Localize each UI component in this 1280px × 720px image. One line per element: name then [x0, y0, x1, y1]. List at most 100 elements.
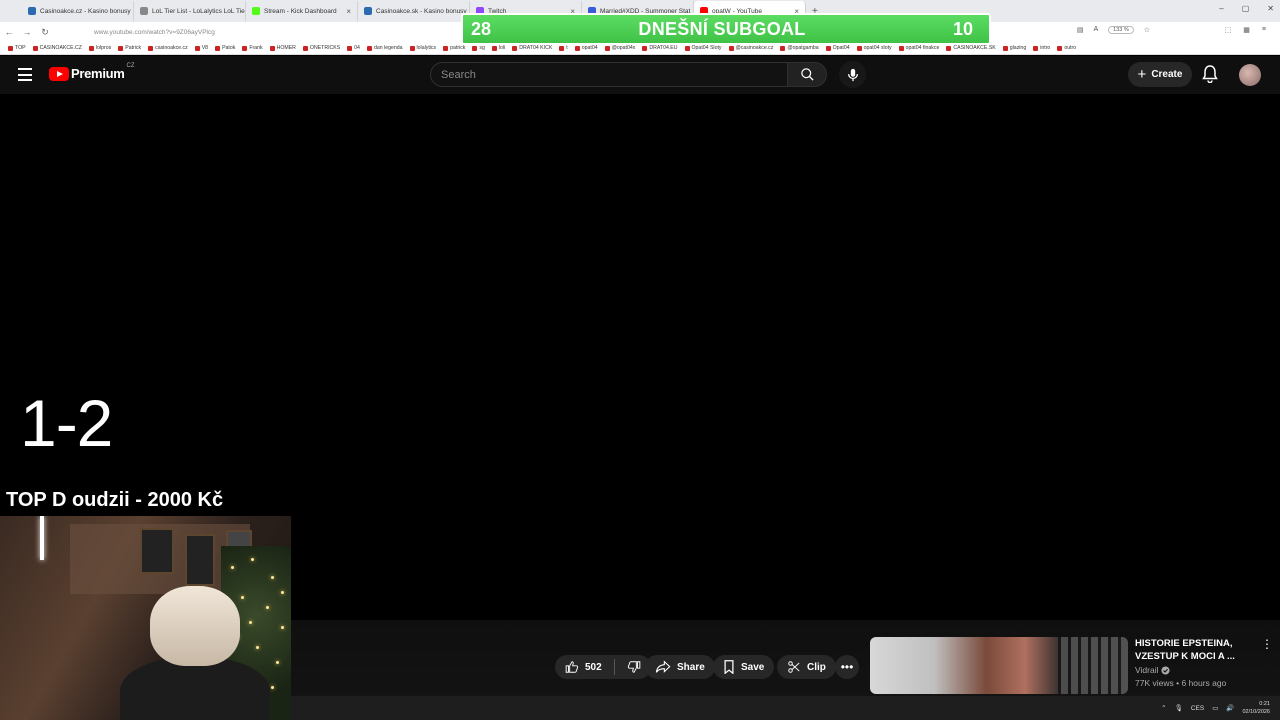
menu-icon[interactable]: ≡	[1262, 26, 1266, 34]
mic-tray-icon[interactable]: 🎙	[1175, 704, 1183, 712]
bookmark-item[interactable]: outro	[1057, 45, 1076, 51]
bookmark-item[interactable]: ONETRICKS	[302, 45, 341, 51]
extension-icon[interactable]: ⬚	[1225, 26, 1232, 34]
search-button[interactable]	[787, 62, 827, 87]
bookmark-item[interactable]: lolpros	[88, 45, 111, 51]
bookmark-item[interactable]: DRAT04.EU	[642, 45, 678, 51]
extension-icon[interactable]: ▦	[1243, 26, 1250, 34]
bookmark-item[interactable]: Patok	[215, 45, 235, 51]
bookmark-favicon	[347, 45, 353, 51]
browser-tab[interactable]: LoL Tier List - LoLalytics LoL Tie×	[134, 1, 246, 21]
language-indicator[interactable]: CES	[1191, 705, 1204, 712]
recommended-video-channel[interactable]: Vidrail	[1135, 665, 1171, 675]
bookmark-label: Patrick	[125, 45, 142, 51]
tab-favicon	[28, 7, 36, 15]
browser-tab[interactable]: Stream - Kick Dashboard ×	[246, 1, 358, 21]
voice-search-button[interactable]	[839, 61, 866, 88]
bookmark-label: 04	[354, 45, 360, 51]
close-window-icon[interactable]: ✕	[1267, 4, 1274, 13]
bookmark-label: @opatgamba	[787, 45, 819, 51]
subgoal-title: DNEŠNÍ SUBGOAL	[638, 18, 806, 39]
bookmark-label: ONETRICKS	[309, 45, 341, 51]
top-donation-overlay: TOP D oudzii - 2000 Kč	[6, 489, 224, 511]
network-icon[interactable]: ▭	[1212, 704, 1218, 712]
more-actions-button[interactable]: •••	[835, 655, 859, 679]
close-tab-icon[interactable]: ×	[346, 7, 351, 16]
score-overlay: 1-2	[20, 386, 113, 460]
clock[interactable]: 0:21 02/10/2026	[1242, 700, 1270, 716]
bookmark-label: TOP	[15, 45, 26, 51]
bookmark-item[interactable]: HOMER	[269, 45, 296, 51]
forward-icon[interactable]: →	[18, 27, 36, 37]
bookmark-item[interactable]: sg	[472, 45, 485, 51]
clip-label: Clip	[807, 661, 826, 673]
bookmark-favicon	[215, 45, 221, 51]
bookmark-item[interactable]: CASINOAKCE.CZ	[32, 45, 82, 51]
minimize-icon[interactable]: –	[1219, 4, 1223, 13]
browser-tab[interactable]: Casinoakce.sk - Kasino bonusy×	[358, 1, 470, 21]
bookmark-item[interactable]: intro	[1033, 45, 1050, 51]
share-icon	[655, 660, 671, 673]
bookmark-item[interactable]: t	[559, 45, 568, 51]
bookmark-favicon	[728, 45, 734, 51]
bookmark-item[interactable]: opat04 sloty	[856, 45, 892, 51]
thumbs-down-icon[interactable]	[627, 660, 641, 674]
share-label: Share	[677, 661, 705, 673]
bookmark-label: patrick	[450, 45, 466, 51]
bookmark-item[interactable]: @opat04x	[604, 45, 635, 51]
tab-favicon	[252, 7, 260, 15]
tree-light	[266, 606, 269, 609]
bookmark-item[interactable]: Opat04 Sloty	[684, 45, 722, 51]
wall-poster	[140, 528, 174, 574]
youtube-premium-logo[interactable]: Premium CZ	[49, 63, 135, 81]
recommended-video-thumbnail[interactable]	[870, 637, 1128, 694]
like-count[interactable]: 502	[585, 662, 602, 673]
bookmark-item[interactable]: V8	[194, 45, 208, 51]
bookmark-item[interactable]: lolalytics	[409, 45, 436, 51]
share-button[interactable]: Share	[645, 655, 715, 679]
bookmark-item[interactable]: Patrick	[118, 45, 141, 51]
bookmark-item[interactable]: glazing	[1002, 45, 1026, 51]
recommended-video-title[interactable]: HISTORIE EPSTEINA, VZESTUP K MOCI A ...	[1135, 637, 1255, 663]
bookmark-favicon	[898, 45, 904, 51]
bookmark-item[interactable]: CASINOAKCE.SK	[946, 45, 996, 51]
bookmark-item[interactable]: opat04 finakce	[898, 45, 939, 51]
translate-icon[interactable]: A	[1093, 26, 1098, 34]
bookmark-label: CASINOAKCE.CZ	[39, 45, 82, 51]
bookmark-star-icon[interactable]: ☆	[1144, 26, 1150, 34]
bookmark-item[interactable]: casinoakce.cz	[148, 45, 188, 51]
maximize-icon[interactable]: ▢	[1242, 4, 1250, 13]
bookmark-item[interactable]: @casinoakce.cz	[728, 45, 774, 51]
search-input[interactable]: Search	[430, 62, 788, 87]
clip-button[interactable]: Clip	[777, 655, 836, 679]
tab-label: LoL Tier List - LoLalytics LoL Tie	[152, 7, 245, 15]
bookmark-label: @casinoakce.cz	[735, 45, 774, 51]
bookmark-item[interactable]: patrick	[443, 45, 465, 51]
bookmark-item[interactable]: Frank	[242, 45, 263, 51]
url-field[interactable]: www.youtube.com/watch?v=9Z06ayVPlcg	[94, 29, 215, 36]
browser-tab[interactable]: Casinoakce.cz - Kasino bonusy×	[22, 1, 134, 21]
more-vertical-icon[interactable]: ⋮	[1261, 637, 1273, 651]
bookmark-item[interactable]: DRAT04 KICK	[512, 45, 552, 51]
bookmark-favicon	[472, 45, 478, 51]
bookmark-item[interactable]: dan legenda	[366, 45, 403, 51]
account-avatar[interactable]	[1239, 64, 1261, 86]
thumbs-up-icon[interactable]	[565, 660, 579, 674]
create-button[interactable]: + Create	[1128, 62, 1192, 87]
chevron-up-icon[interactable]: ⌃	[1161, 704, 1166, 712]
bookmark-item[interactable]: opat04	[574, 45, 598, 51]
zoom-level[interactable]: 133 %	[1108, 26, 1134, 34]
reload-icon[interactable]: ↻	[36, 27, 54, 38]
bookmark-item[interactable]: 04	[347, 45, 360, 51]
bookmark-item[interactable]: loli	[491, 45, 505, 51]
bookmark-item[interactable]: Opat04	[825, 45, 850, 51]
volume-icon[interactable]: 🔊	[1226, 704, 1234, 712]
back-icon[interactable]: ←	[0, 27, 18, 37]
bookmark-label: dan legenda	[373, 45, 403, 51]
bookmark-item[interactable]: @opatgamba	[780, 45, 819, 51]
save-button[interactable]: Save	[713, 655, 775, 679]
notifications-button[interactable]	[1202, 65, 1218, 88]
bookmark-item[interactable]: TOP	[8, 45, 26, 51]
reader-icon[interactable]: ▤	[1077, 26, 1084, 34]
hamburger-menu-icon[interactable]	[18, 68, 32, 85]
